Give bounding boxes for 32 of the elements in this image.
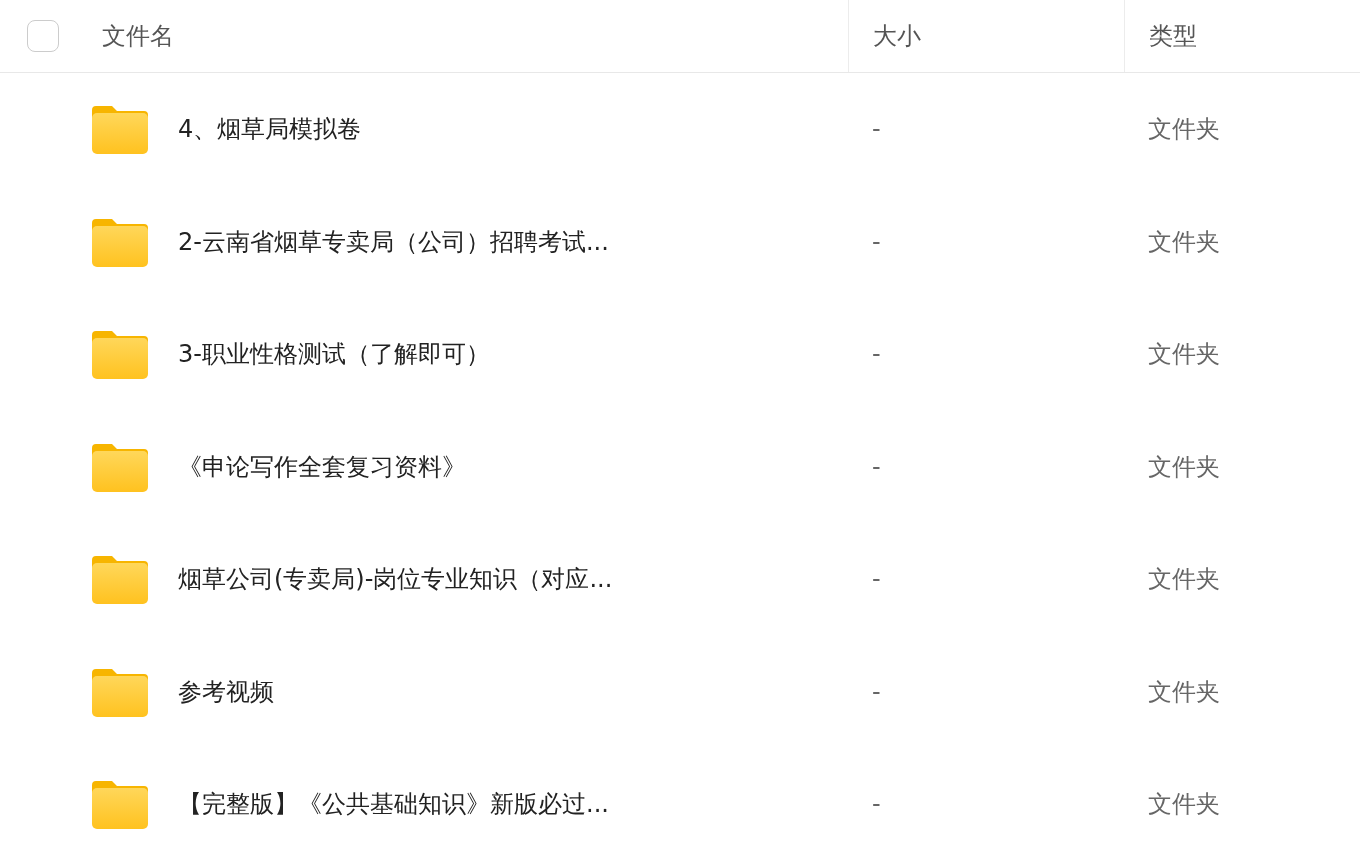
- file-size: -: [872, 115, 881, 144]
- file-size: -: [872, 340, 881, 369]
- file-type: 文件夹: [1148, 227, 1220, 256]
- file-size: -: [872, 452, 881, 481]
- file-size: -: [872, 790, 881, 819]
- file-name[interactable]: 2-云南省烟草专卖局（公司）招聘考试...: [178, 223, 609, 260]
- folder-icon: [92, 779, 148, 830]
- file-name[interactable]: 参考视频: [178, 673, 274, 710]
- file-type: 文件夹: [1148, 677, 1220, 706]
- file-size: -: [872, 227, 881, 256]
- folder-icon: [92, 441, 148, 492]
- file-size: -: [872, 565, 881, 594]
- column-header[interactable]: 文件名: [102, 18, 174, 54]
- column-header[interactable]: 大小: [873, 18, 921, 54]
- folder-icon: [92, 554, 148, 605]
- file-type: 文件夹: [1148, 115, 1220, 144]
- folder-icon: [92, 216, 148, 267]
- column-header[interactable]: 类型: [1149, 18, 1197, 54]
- folder-icon: [92, 329, 148, 380]
- file-name[interactable]: 4、烟草局模拟卷: [178, 111, 362, 148]
- file-name[interactable]: 【完整版】《公共基础知识》新版必过...: [178, 786, 609, 823]
- file-name[interactable]: 3-职业性格测试（了解即可）: [178, 336, 490, 373]
- file-type: 文件夹: [1148, 790, 1220, 819]
- select-all-checkbox[interactable]: [27, 20, 59, 52]
- file-name[interactable]: 《申论写作全套复习资料》: [178, 448, 466, 485]
- file-type: 文件夹: [1148, 565, 1220, 594]
- file-type: 文件夹: [1148, 340, 1220, 369]
- file-type: 文件夹: [1148, 452, 1220, 481]
- file-size: -: [872, 677, 881, 706]
- file-name[interactable]: 烟草公司(专卖局)-岗位专业知识（对应...: [178, 561, 613, 598]
- folder-icon: [92, 666, 148, 717]
- folder-icon: [92, 104, 148, 155]
